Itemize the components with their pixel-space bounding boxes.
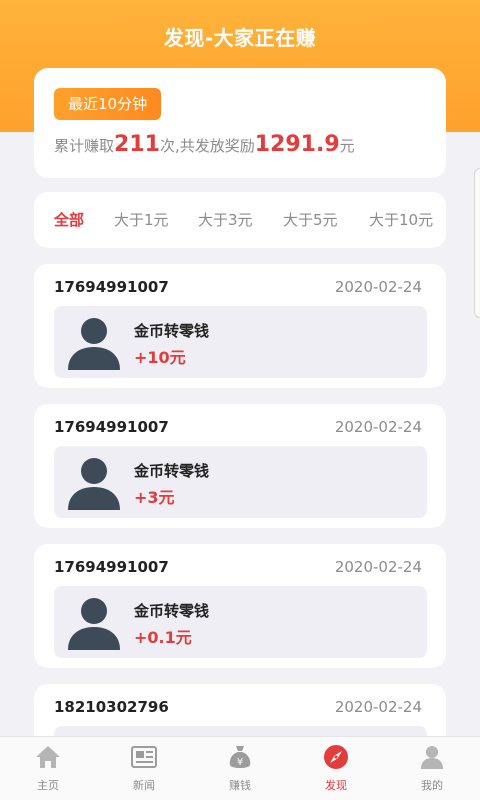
side-drawer-handle[interactable] bbox=[474, 168, 480, 318]
record-amount: +3元 bbox=[134, 488, 175, 507]
record-title: 金币转零钱 bbox=[134, 322, 210, 340]
record-phone: 17694991007 bbox=[54, 558, 169, 576]
page-title: 发现-大家正在赚 bbox=[163, 26, 317, 50]
nav-item-home[interactable]: 主页 bbox=[0, 737, 96, 800]
bottom-nav: 主页 新闻 ¥ 赚钱 发现 我的 bbox=[0, 736, 480, 800]
record-card[interactable]: 17694991007 2020-02-24 金币转零钱 +3元 bbox=[34, 404, 446, 528]
record-amount: +10元 bbox=[134, 348, 186, 367]
svg-text:¥: ¥ bbox=[237, 757, 243, 768]
record-detail: 金币转零钱 +10元 bbox=[54, 306, 427, 378]
record-phone: 17694991007 bbox=[54, 278, 169, 296]
nav-item-discover[interactable]: 发现 bbox=[288, 737, 384, 800]
record-detail: 金币转零钱 +0.1元 bbox=[54, 586, 427, 658]
nav-item-earn[interactable]: ¥ 赚钱 bbox=[192, 737, 288, 800]
filter-bar: 全部 大于1元 大于3元 大于5元 大于10元 bbox=[34, 192, 446, 248]
record-date: 2020-02-24 bbox=[334, 558, 422, 576]
earn-count: 211 bbox=[114, 132, 160, 157]
filter-tab-gt3[interactable]: 大于3元 bbox=[198, 192, 253, 248]
summary-card: 最近10分钟 累计赚取211次,共发放奖励1291.9元 bbox=[34, 68, 446, 178]
record-card[interactable]: 17694991007 2020-02-24 金币转零钱 +0.1元 bbox=[34, 544, 446, 668]
user-avatar-icon bbox=[68, 318, 120, 370]
record-detail: 金币转零钱 +3元 bbox=[54, 446, 427, 518]
record-phone: 18210302796 bbox=[54, 698, 169, 716]
nav-label: 我的 bbox=[421, 779, 443, 792]
user-avatar-icon bbox=[68, 458, 120, 510]
nav-label: 赚钱 bbox=[229, 779, 251, 792]
nav-label: 新闻 bbox=[133, 779, 155, 792]
record-date: 2020-02-24 bbox=[334, 698, 422, 716]
record-date: 2020-02-24 bbox=[334, 278, 422, 296]
nav-label: 发现 bbox=[325, 779, 347, 792]
record-title: 金币转零钱 bbox=[134, 602, 210, 620]
filter-tab-gt5[interactable]: 大于5元 bbox=[283, 192, 338, 248]
record-phone: 17694991007 bbox=[54, 418, 169, 436]
user-avatar-icon bbox=[68, 598, 120, 650]
news-icon bbox=[131, 746, 157, 768]
nav-item-profile[interactable]: 我的 bbox=[384, 737, 480, 800]
time-range-badge[interactable]: 最近10分钟 bbox=[54, 88, 162, 120]
summary-text: 累计赚取211次,共发放奖励1291.9元 bbox=[54, 132, 355, 157]
summary-middle: 次,共发放奖励 bbox=[159, 137, 255, 155]
record-date: 2020-02-24 bbox=[334, 418, 422, 436]
money-bag-icon: ¥ bbox=[229, 746, 251, 768]
compass-icon bbox=[324, 745, 348, 769]
record-amount: +0.1元 bbox=[134, 628, 192, 647]
record-card[interactable]: 17694991007 2020-02-24 金币转零钱 +10元 bbox=[34, 264, 446, 388]
filter-tab-gt10[interactable]: 大于10元 bbox=[369, 192, 433, 248]
nav-item-news[interactable]: 新闻 bbox=[96, 737, 192, 800]
summary-unit: 元 bbox=[339, 137, 355, 155]
summary-prefix: 累计赚取 bbox=[54, 137, 115, 155]
user-icon bbox=[421, 746, 443, 769]
filter-tab-all[interactable]: 全部 bbox=[54, 192, 84, 248]
record-title: 金币转零钱 bbox=[134, 462, 210, 480]
home-icon bbox=[36, 746, 60, 768]
filter-tab-gt1[interactable]: 大于1元 bbox=[114, 192, 169, 248]
nav-label: 主页 bbox=[37, 779, 59, 792]
reward-amount: 1291.9 bbox=[254, 132, 340, 157]
